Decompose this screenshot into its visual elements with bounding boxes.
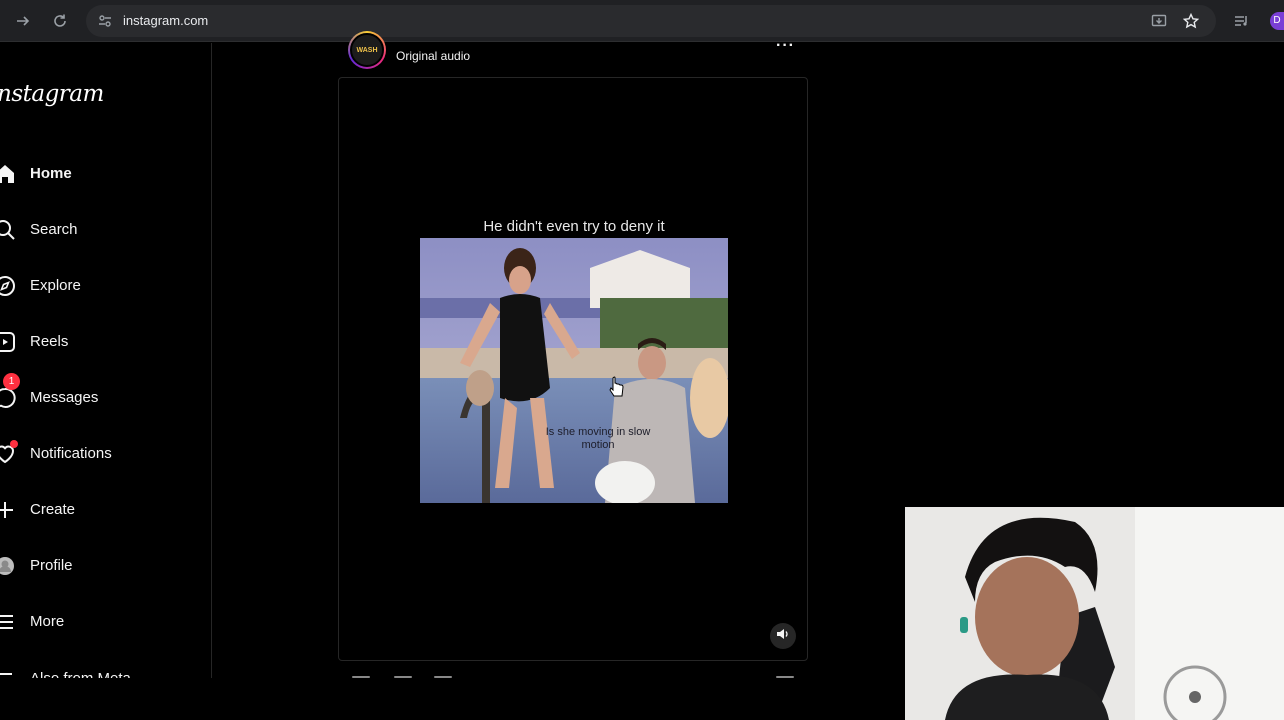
sidebar-item-create[interactable]: Create <box>0 494 200 526</box>
avatar-logo-text: WASH <box>350 33 384 67</box>
sidebar-item-label: Search <box>30 221 78 238</box>
mouse-cursor-icon <box>608 376 624 403</box>
browser-toolbar: instagram.com D <box>0 0 1284 42</box>
sidebar-item-label: Messages <box>30 389 99 406</box>
sidebar-item-notifications[interactable]: Notifications <box>0 438 200 470</box>
site-info-icon[interactable] <box>96 12 114 30</box>
webcam-overlay <box>905 507 1284 720</box>
speaker-icon <box>776 627 790 646</box>
volume-button[interactable] <box>770 623 796 649</box>
notification-dot <box>10 440 18 448</box>
sidebar-item-explore[interactable]: Explore <box>0 270 200 302</box>
unread-badge: 1 <box>3 373 20 390</box>
sidebar-item-label: Create <box>30 501 76 518</box>
sidebar-item-label: Reels <box>30 333 69 350</box>
sidebar-item-label: More <box>30 613 65 630</box>
avatar <box>0 555 16 577</box>
instagram-logo[interactable]: nstagram <box>0 81 104 107</box>
address-bar[interactable]: instagram.com <box>86 5 1216 37</box>
post-author-avatar[interactable]: WASH <box>348 31 386 69</box>
reel-video[interactable]: He didn't even try to deny it Is she mov… <box>338 77 808 661</box>
profile-avatar[interactable]: D <box>1270 12 1284 30</box>
url-text[interactable]: instagram.com <box>123 13 208 28</box>
like-icon[interactable] <box>352 676 370 678</box>
messenger-icon <box>0 387 16 409</box>
sidebar-item-reels[interactable]: Reels <box>0 326 200 358</box>
sidebar-item-profile[interactable]: Profile <box>0 550 200 582</box>
video-subtitle: Is she moving in slow motion <box>545 426 651 451</box>
sidebar-item-search[interactable]: Search <box>0 214 200 246</box>
forward-icon[interactable] <box>12 10 34 32</box>
save-icon[interactable] <box>776 676 794 678</box>
reels-icon <box>0 331 16 353</box>
plus-icon <box>0 499 16 521</box>
home-icon <box>0 163 16 185</box>
search-icon <box>0 219 16 241</box>
reading-list-icon[interactable] <box>1230 10 1252 32</box>
reload-icon[interactable] <box>49 10 71 32</box>
video-caption: He didn't even try to deny it <box>483 218 665 235</box>
menu-icon <box>0 611 16 633</box>
video-frame-image: Is she moving in slow motion <box>420 238 728 503</box>
more-options-button[interactable]: ··· <box>776 37 795 55</box>
sidebar-item-label: Home <box>30 165 72 182</box>
sidebar-item-more[interactable]: More <box>0 606 200 638</box>
share-icon[interactable] <box>434 676 452 678</box>
sidebar: nstagram Home Search Explore Reels 1 Mes… <box>0 43 212 678</box>
sidebar-item-label: Notifications <box>30 445 112 462</box>
sidebar-item-home[interactable]: Home <box>0 158 200 190</box>
sidebar-item-label: Explore <box>30 277 81 294</box>
star-icon[interactable] <box>1180 10 1202 32</box>
post-header: WASH Original audio ··· <box>346 31 806 73</box>
sidebar-item-messages[interactable]: 1 Messages <box>0 373 200 414</box>
install-app-icon[interactable] <box>1148 10 1170 32</box>
sidebar-item-label: Profile <box>30 557 73 574</box>
comment-icon[interactable] <box>394 676 412 678</box>
compass-icon <box>0 275 16 297</box>
meta-icon <box>0 665 16 678</box>
post-action-bar <box>352 676 802 680</box>
audio-label[interactable]: Original audio <box>396 49 470 63</box>
also-from-meta[interactable]: Also from Meta <box>30 670 131 678</box>
